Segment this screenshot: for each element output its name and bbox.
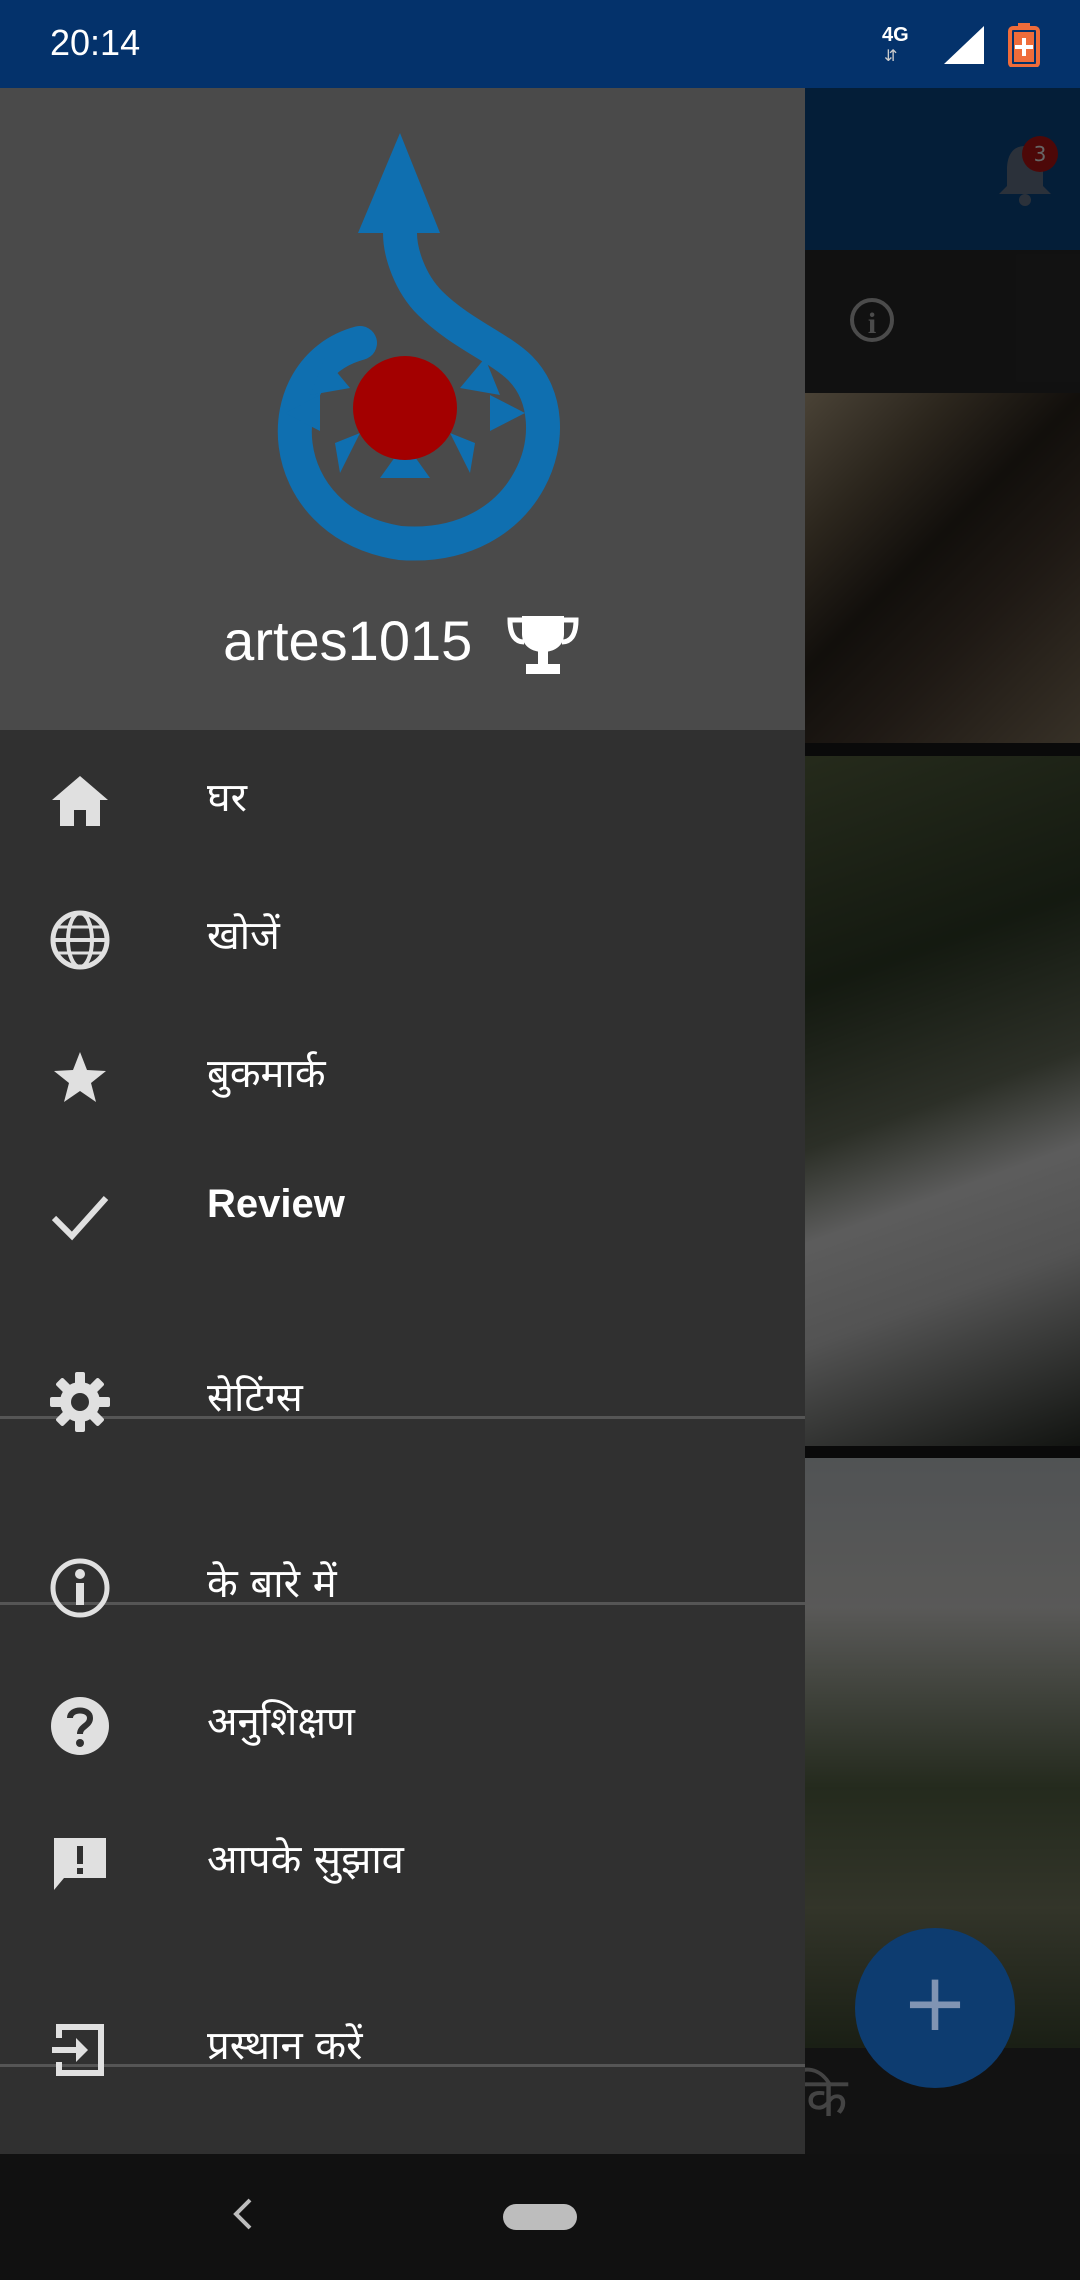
signal-icon — [944, 26, 984, 64]
add-upload-button[interactable]: + — [855, 1928, 1015, 2088]
globe-icon — [50, 910, 110, 970]
status-time: 20:14 — [50, 22, 141, 63]
menu-item-about[interactable]: के बारे में — [0, 1516, 805, 1652]
navigation-drawer: artes1015 घर खोजें बुकमार्क Review सेटिं… — [0, 88, 805, 2154]
help-icon — [51, 1697, 109, 1755]
menu-item-logout[interactable]: प्रस्थान करें — [0, 1978, 805, 2114]
system-nav-bar — [0, 2154, 1080, 2280]
drawer-header: artes1015 — [0, 88, 805, 730]
back-icon[interactable] — [222, 2184, 262, 2244]
menu-item-settings[interactable]: सेटिंग्स — [0, 1330, 805, 1466]
menu-item-tutorial[interactable]: अनुशिक्षण — [0, 1654, 805, 1790]
menu-item-explore[interactable]: खोजें — [0, 868, 805, 1004]
check-icon — [51, 1195, 109, 1241]
network-icon: 4G ⇵ — [882, 24, 909, 65]
menu-item-bookmarks[interactable]: बुकमार्क — [0, 1006, 805, 1142]
menu-item-review[interactable]: Review — [0, 1144, 805, 1280]
status-bar: 20:14 4G ⇵ — [0, 0, 1080, 88]
home-pill-button[interactable] — [503, 2204, 577, 2230]
status-icons: 4G ⇵ — [880, 20, 1040, 70]
feedback-icon — [54, 1838, 106, 1890]
logout-icon — [52, 2024, 104, 2076]
star-icon — [54, 1052, 106, 1102]
menu-item-home[interactable]: घर — [0, 730, 805, 866]
trophy-icon[interactable] — [504, 612, 582, 678]
user-name-row[interactable]: artes1015 — [0, 608, 805, 678]
commons-logo — [277, 133, 560, 561]
home-icon — [52, 776, 108, 826]
battery-icon — [1008, 23, 1040, 67]
gear-icon — [50, 1372, 110, 1432]
info-icon — [50, 1558, 110, 1618]
username: artes1015 — [223, 609, 473, 672]
menu-item-feedback[interactable]: आपके सुझाव — [0, 1792, 805, 1928]
